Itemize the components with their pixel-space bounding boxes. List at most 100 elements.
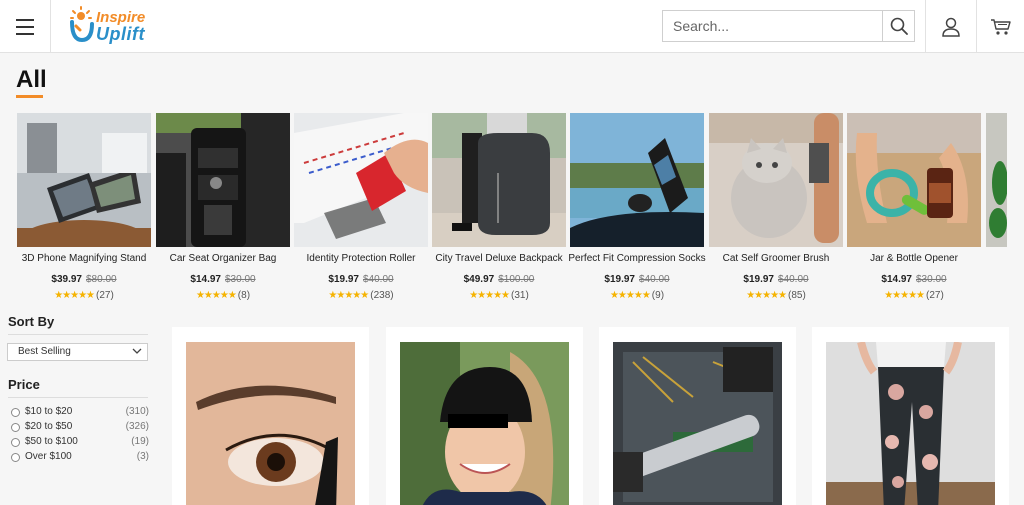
price-row: $19.97 $40.00 (709, 274, 843, 285)
product-grid-card[interactable] (599, 327, 796, 505)
carousel-product-card[interactable]: Jar & Bottle Opener $14.97 $30.00 ★★★★★ (2… (847, 113, 981, 308)
menu-line (16, 18, 34, 21)
product-name: Jar & Bottle Opener (870, 253, 958, 264)
price-row: $49.97 $100.00 (432, 274, 566, 285)
radio-button[interactable] (11, 423, 20, 432)
product-old-price: $40.00 (363, 274, 394, 285)
radio-button[interactable] (11, 408, 20, 417)
product-name: Identity Protection Roller (306, 253, 416, 264)
price-option-count: (326) (125, 421, 149, 432)
top-header: Inspire Uplift (0, 0, 1024, 53)
product-image-cat-groomer (709, 113, 843, 247)
review-count: (27) (926, 290, 944, 301)
price-option-label: $50 to $100 (25, 436, 78, 447)
review-count: (85) (788, 290, 806, 301)
sort-selected-value: Best Selling (18, 346, 71, 357)
rating-row: ★★★★★ (238) (294, 290, 428, 301)
carousel-product-card[interactable]: Cat Self Groomer Brush $19.97 $40.00 ★★★★… (709, 113, 843, 308)
product-grid-card[interactable] (386, 327, 583, 505)
product-image-jar-opener (847, 113, 981, 247)
product-image-floral-pants (826, 342, 995, 505)
price-option-count: (310) (125, 406, 149, 417)
rating-row: ★★★★★ (27) (847, 290, 981, 301)
carousel-product-card[interactable]: City Travel Deluxe Backpack $49.97 $100.0… (432, 113, 566, 308)
rating-row: ★★★★★ (8) (156, 290, 290, 301)
price-filter-option[interactable]: $50 to $100 (19) (11, 436, 149, 449)
search-button[interactable] (882, 11, 914, 41)
price-option-count: (3) (136, 451, 149, 462)
product-price: $49.97 (463, 274, 495, 285)
product-price: $14.97 (190, 274, 221, 285)
product-image-car-organizer (156, 113, 290, 247)
price-filter-option[interactable]: $20 to $50 (326) (11, 421, 149, 434)
carousel-product-card-partial[interactable] (986, 113, 1007, 308)
carousel-product-card[interactable]: Identity Protection Roller $19.97 $40.00 … (294, 113, 428, 308)
price-option-count: (19) (131, 436, 149, 447)
rating-row: ★★★★★ (9) (570, 290, 704, 301)
search-icon (890, 17, 908, 35)
product-price: $19.97 (328, 274, 359, 285)
price-option-label: $20 to $50 (25, 421, 73, 432)
carousel-product-card[interactable]: Perfect Fit Compression Socks $19.97 $40.… (568, 113, 706, 308)
review-count: (31) (511, 290, 529, 301)
brand-name-line2: Uplift (96, 24, 145, 44)
product-grid-card[interactable] (812, 327, 1009, 505)
price-filter-heading: Price (8, 377, 40, 392)
cart-button[interactable] (976, 0, 1024, 53)
star-rating-icon: ★★★★★ (54, 290, 95, 301)
rating-row: ★★★★★ (31) (432, 290, 566, 301)
product-image-compression-socks (570, 113, 704, 247)
sort-by-select[interactable]: Best Selling (7, 343, 148, 361)
price-filter-option[interactable]: $10 to $20 (310) (11, 406, 149, 419)
product-old-price: $100.00 (498, 274, 535, 285)
product-price: $19.97 (604, 274, 635, 285)
price-option-label: Over $100 (25, 451, 72, 462)
review-count: (238) (370, 290, 394, 301)
product-image-identity-roller (294, 113, 428, 247)
product-grid-card[interactable] (172, 327, 369, 505)
account-button[interactable] (925, 0, 976, 53)
radio-button[interactable] (11, 453, 20, 462)
carousel-product-card[interactable]: 3D Phone Magnifying Stand $39.97 $80.00 ★… (17, 113, 151, 308)
product-image-brow-pen (186, 342, 355, 505)
product-price: $19.97 (743, 274, 774, 285)
sun-logo-icon (70, 6, 94, 43)
star-rating-icon: ★★★★★ (884, 290, 925, 301)
product-image-pc-vacuum (613, 342, 782, 505)
price-row: $19.97 $40.00 (294, 274, 428, 285)
price-filter-option[interactable]: Over $100 (3) (11, 451, 149, 464)
product-old-price: $30.00 (225, 274, 256, 285)
product-image-partial (986, 113, 1007, 247)
brand-logo[interactable]: Inspire Uplift (68, 6, 148, 46)
product-image-beanie (400, 342, 569, 505)
search-bar (662, 10, 915, 42)
star-rating-icon: ★★★★★ (469, 290, 510, 301)
page-title: All (16, 66, 47, 93)
title-underline (16, 95, 43, 98)
divider (8, 334, 148, 335)
radio-button[interactable] (11, 438, 20, 447)
review-count: (8) (237, 290, 251, 301)
sort-by-heading: Sort By (8, 314, 55, 329)
product-price: $14.97 (881, 274, 912, 285)
hamburger-menu-button[interactable] (0, 0, 51, 53)
product-name: City Travel Deluxe Backpack (435, 253, 563, 264)
divider (8, 397, 148, 398)
product-name: 3D Phone Magnifying Stand (21, 253, 147, 264)
search-input[interactable] (663, 11, 883, 41)
review-count: (9) (651, 290, 665, 301)
price-row: $19.97 $40.00 (570, 274, 704, 285)
menu-line (16, 25, 34, 28)
cart-icon (990, 18, 1011, 35)
price-option-label: $10 to $20 (25, 406, 73, 417)
carousel-product-card[interactable]: Car Seat Organizer Bag $14.97 $30.00 ★★★★… (156, 113, 290, 308)
product-old-price: $80.00 (86, 274, 117, 285)
product-old-price: $40.00 (639, 274, 670, 285)
menu-line (16, 32, 34, 35)
star-rating-icon: ★★★★★ (328, 290, 369, 301)
price-row: $14.97 $30.00 (847, 274, 981, 285)
product-name: Cat Self Groomer Brush (722, 253, 830, 264)
rating-row: ★★★★★ (85) (709, 290, 843, 301)
review-count: (27) (96, 290, 114, 301)
star-rating-icon: ★★★★★ (746, 290, 787, 301)
